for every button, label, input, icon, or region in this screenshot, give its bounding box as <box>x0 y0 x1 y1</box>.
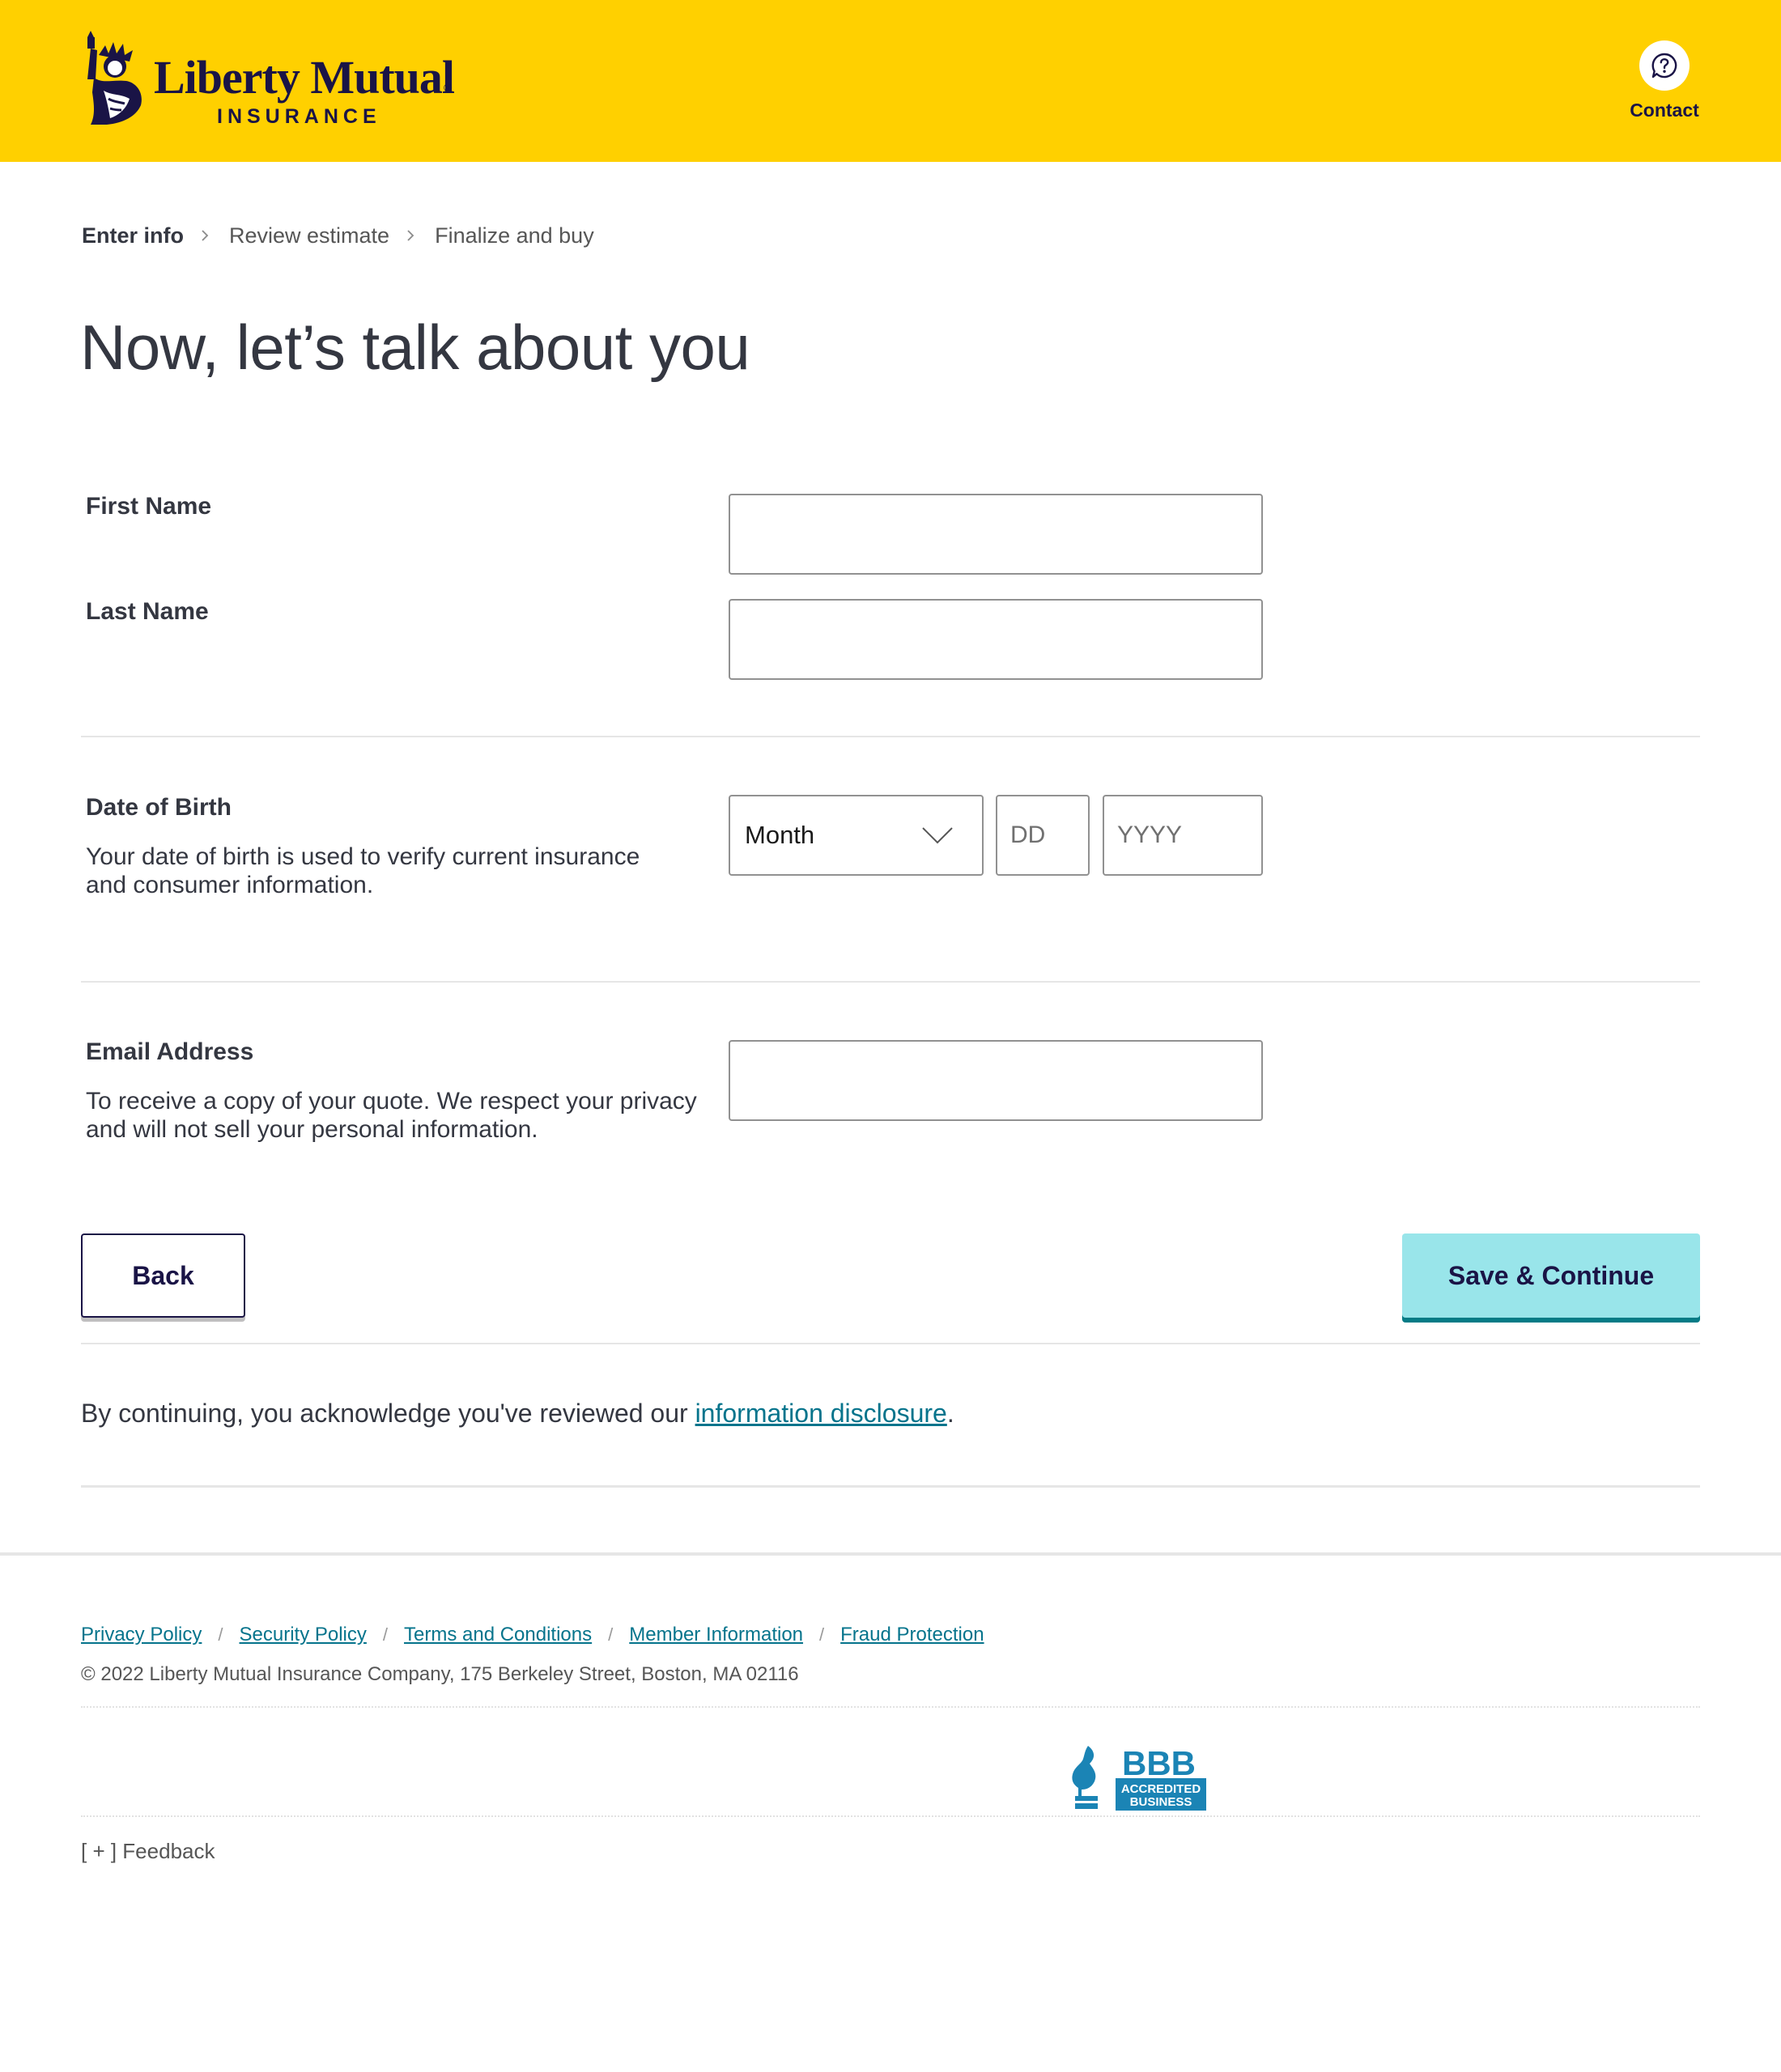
feedback-link[interactable]: [ + ] Feedback <box>81 1839 215 1864</box>
information-disclosure-link[interactable]: information disclosure <box>695 1399 947 1428</box>
dob-helper-text: Your date of birth is used to verify cur… <box>86 843 640 898</box>
brand-subtitle: INSURANCE <box>217 105 381 128</box>
statue-of-liberty-icon <box>87 31 142 125</box>
liberty-mutual-logo[interactable]: Liberty Mutual ® INSURANCE <box>79 31 460 132</box>
dob-day-input[interactable] <box>996 795 1090 876</box>
section-divider <box>81 981 1700 983</box>
last-name-label: Last Name <box>86 598 209 625</box>
contact-button[interactable]: Contact <box>1619 40 1710 130</box>
contact-label: Contact <box>1630 100 1699 121</box>
email-label: Email Address <box>86 1038 254 1065</box>
back-button[interactable]: Back <box>81 1233 245 1318</box>
help-bubble-icon <box>1651 53 1677 79</box>
acknowledgement-suffix: . <box>946 1399 954 1428</box>
bbb-accredited-badge[interactable]: BBB ACCREDITED BUSINESS <box>1070 1744 1208 1811</box>
chevron-right-icon <box>202 230 209 241</box>
section-divider <box>81 1343 1700 1344</box>
privacy-policy-link[interactable]: Privacy Policy <box>81 1624 202 1646</box>
bbb-torch-icon: BBB ACCREDITED BUSINESS <box>1072 1744 1206 1811</box>
brand-registered-mark: ® <box>444 81 453 94</box>
dob-month-value: Month <box>745 821 815 849</box>
bbb-business-text: BUSINESS <box>1130 1795 1192 1809</box>
footer-separator: / <box>218 1624 223 1645</box>
page-title: Now, let’s talk about you <box>80 312 750 383</box>
member-information-link[interactable]: Member Information <box>629 1624 803 1646</box>
contact-icon-circle <box>1639 40 1690 91</box>
footer-separator: / <box>382 1624 389 1645</box>
security-policy-link[interactable]: Security Policy <box>240 1624 367 1646</box>
breadcrumb-step-enter-info: Enter info <box>82 223 184 248</box>
dob-month-select[interactable]: Month <box>729 795 984 876</box>
breadcrumb: Enter info Review estimate Finalize and … <box>82 221 594 250</box>
chevron-down-icon <box>922 827 953 844</box>
section-divider <box>81 736 1700 737</box>
chevron-right-icon <box>407 230 414 241</box>
acknowledgement-text: By continuing, you acknowledge you've re… <box>81 1399 954 1429</box>
acknowledgement-prefix: By continuing, you acknowledge you've re… <box>81 1399 695 1428</box>
footer-divider <box>0 1552 1781 1556</box>
brand-name: Liberty Mutual <box>154 51 455 104</box>
site-header: Liberty Mutual ® INSURANCE Contact <box>0 0 1781 162</box>
footer-dotted-divider <box>81 1815 1700 1817</box>
dob-label: Date of Birth <box>86 794 232 821</box>
first-name-label: First Name <box>86 493 212 520</box>
dob-year-input[interactable] <box>1103 795 1263 876</box>
bbb-text: BBB <box>1122 1744 1196 1782</box>
breadcrumb-step-review-estimate: Review estimate <box>229 223 390 248</box>
footer-separator: / <box>819 1624 825 1645</box>
footer-dotted-divider <box>81 1706 1700 1708</box>
breadcrumb-step-finalize-and-buy: Finalize and buy <box>435 223 594 248</box>
save-continue-button[interactable]: Save & Continue <box>1402 1233 1700 1318</box>
footer-links: Privacy Policy / Security Policy / Terms… <box>81 1624 984 1646</box>
terms-and-conditions-link[interactable]: Terms and Conditions <box>404 1624 592 1646</box>
copyright-text: © 2022 Liberty Mutual Insurance Company,… <box>81 1663 799 1685</box>
email-helper-text: To receive a copy of your quote. We resp… <box>86 1088 697 1143</box>
bbb-accredited-text: ACCREDITED <box>1121 1782 1201 1796</box>
last-name-input[interactable] <box>729 599 1263 680</box>
footer-separator: / <box>608 1624 614 1645</box>
fraud-protection-link[interactable]: Fraud Protection <box>840 1624 984 1646</box>
email-input[interactable] <box>729 1040 1263 1121</box>
section-divider <box>81 1485 1700 1488</box>
first-name-input[interactable] <box>729 494 1263 575</box>
